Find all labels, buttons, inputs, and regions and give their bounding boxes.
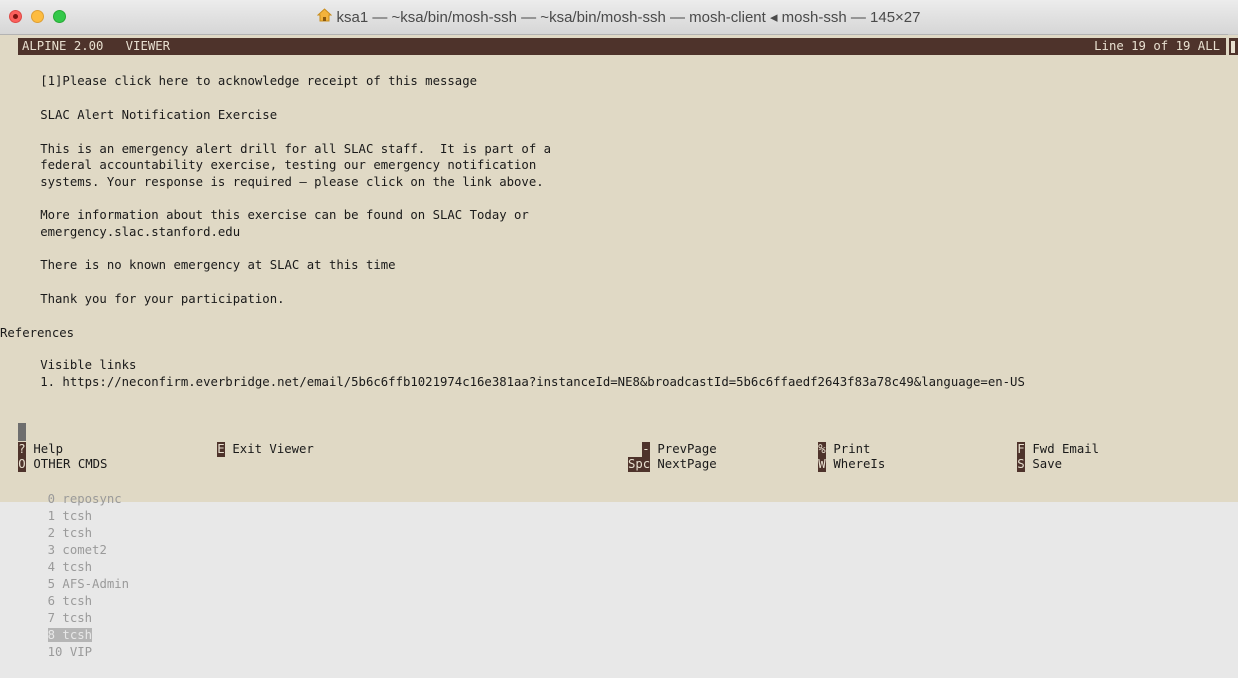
fwd-key: F bbox=[1017, 442, 1025, 457]
exit-viewer-command[interactable]: E Exit Viewer bbox=[217, 442, 314, 457]
save-command[interactable]: S Save bbox=[1017, 457, 1062, 472]
window-tab[interactable]: 5 AFS-Admin bbox=[48, 577, 129, 591]
message-line: Thank you for your participation. bbox=[18, 292, 285, 306]
window-title-area: ksa1 — ~ksa/bin/mosh-ssh — ~ksa/bin/mosh… bbox=[0, 8, 1238, 26]
message-line: More information about this exercise can… bbox=[18, 208, 529, 222]
other-cmds-command[interactable]: O OTHER CMDS bbox=[18, 457, 107, 472]
header-endcap bbox=[1229, 38, 1238, 55]
window-tab[interactable]: 6 tcsh bbox=[48, 594, 92, 608]
message-line: This is an emergency alert drill for all… bbox=[18, 142, 552, 156]
message-line: There is no known emergency at SLAC at t… bbox=[18, 258, 396, 272]
visible-links-heading: Visible links bbox=[18, 358, 137, 372]
exit-key: E bbox=[217, 442, 225, 457]
window-titlebar[interactable]: ksa1 — ~ksa/bin/mosh-ssh — ~ksa/bin/mosh… bbox=[0, 0, 1238, 35]
fwd-email-command[interactable]: F Fwd Email bbox=[1017, 442, 1099, 457]
window-tab[interactable]: 10 VIP bbox=[48, 645, 92, 659]
line-position: Line 19 of 19 ALL bbox=[1094, 39, 1220, 53]
other-key: O bbox=[18, 457, 26, 472]
prevpage-command[interactable]: - PrevPage bbox=[642, 442, 717, 457]
print-label: Print bbox=[826, 442, 871, 456]
window-title: ksa1 — ~ksa/bin/mosh-ssh — ~ksa/bin/mosh… bbox=[336, 9, 921, 27]
message-subject: SLAC Alert Notification Exercise bbox=[18, 108, 278, 122]
window-tab[interactable]: 4 tcsh bbox=[48, 560, 92, 574]
acknowledge-link[interactable]: [1]Please click here to acknowledge rece… bbox=[18, 73, 477, 90]
exit-label: Exit Viewer bbox=[225, 442, 314, 456]
message-line: emergency.slac.stanford.edu bbox=[18, 225, 241, 239]
print-command[interactable]: % Print bbox=[818, 442, 870, 457]
alpine-header: ALPINE 2.00 VIEWER Line 19 of 19 ALL bbox=[18, 38, 1226, 55]
terminal-cursor bbox=[18, 423, 26, 441]
help-command[interactable]: ? Help bbox=[18, 442, 63, 457]
help-label: Help bbox=[26, 442, 64, 456]
window-tab-active[interactable]: 8 tcsh bbox=[47, 628, 93, 642]
whereis-command[interactable]: W WhereIs bbox=[818, 457, 885, 472]
window-tab[interactable]: 2 tcsh bbox=[48, 526, 92, 540]
window-tab[interactable]: 0 reposync bbox=[48, 492, 122, 506]
app-title: ALPINE 2.00 VIEWER bbox=[22, 39, 171, 53]
print-key: % bbox=[818, 442, 826, 457]
window-tab[interactable]: 3 comet2 bbox=[48, 543, 107, 557]
save-key: S bbox=[1017, 457, 1025, 472]
terminal-view[interactable]: ALPINE 2.00 VIEWER Line 19 of 19 ALL [1]… bbox=[0, 35, 1238, 659]
home-icon bbox=[317, 8, 333, 26]
prevpage-label: PrevPage bbox=[650, 442, 717, 456]
fwd-label: Fwd Email bbox=[1025, 442, 1100, 456]
nextpage-label: NextPage bbox=[650, 457, 717, 471]
window-tab[interactable]: 1 tcsh bbox=[48, 509, 92, 523]
other-label: OTHER CMDS bbox=[26, 457, 108, 471]
message-line: systems. Your response is required – ple… bbox=[18, 175, 544, 189]
references-heading: References bbox=[0, 326, 75, 340]
nextpage-key: Spc bbox=[628, 457, 651, 472]
screen-window-list: 0 reposync 1 tcsh 2 tcsh 3 comet2 4 tcsh… bbox=[18, 474, 138, 678]
reference-link[interactable]: 1. https://neconfirm.everbridge.net/emai… bbox=[18, 374, 1025, 391]
prevpage-key: - bbox=[642, 442, 650, 457]
help-key: ? bbox=[18, 442, 26, 457]
window-tab[interactable]: 7 tcsh bbox=[48, 611, 92, 625]
whereis-key: W bbox=[818, 457, 826, 472]
whereis-label: WhereIs bbox=[826, 457, 886, 471]
save-label: Save bbox=[1025, 457, 1063, 471]
message-line: federal accountability exercise, testing… bbox=[18, 158, 537, 172]
nextpage-command[interactable]: Spc NextPage bbox=[628, 457, 717, 472]
